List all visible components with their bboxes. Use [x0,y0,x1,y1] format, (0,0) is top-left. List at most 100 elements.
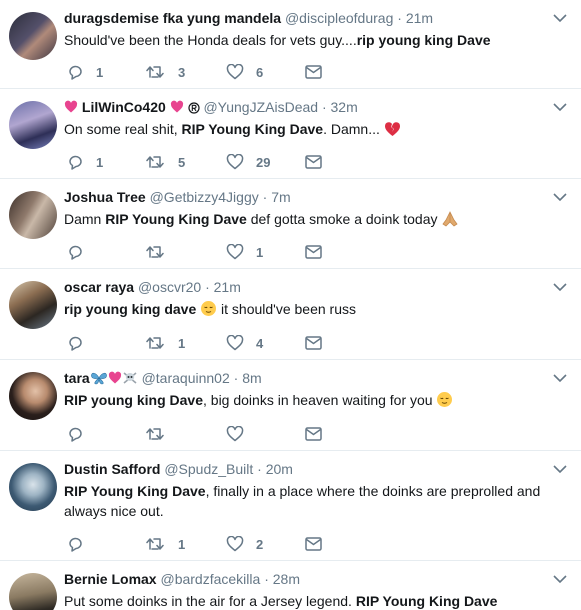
skull-crossbones-emoji-icon [123,372,137,384]
reply-button[interactable] [67,242,96,262]
tweet[interactable]: Joshua Tree @Getbizzy4Jiggy · 7m Damn RI… [0,179,581,269]
display-name[interactable]: Dustin Safford [64,461,160,477]
tweet[interactable]: LilWinCo420 @YungJZAisDead · 32m On some… [0,89,581,179]
tweet-text-bold: RIP young king Dave [64,392,203,408]
retweet-icon [146,156,164,168]
tweet[interactable]: Bernie Lomax @bardzfacekilla · 28m Put s… [0,561,581,610]
direct-message-button[interactable] [305,534,322,554]
folded-hands-emoji-icon [442,211,458,227]
direct-message-button[interactable] [305,242,322,262]
like-button[interactable]: 6 [226,62,263,82]
tweet-text-bold: rip young king dave [64,301,197,317]
display-name[interactable]: tara [64,370,90,386]
timestamp[interactable]: 21m [214,279,241,295]
timestamp[interactable]: 7m [271,189,290,205]
avatar[interactable] [9,12,57,60]
tweet-text: On some real shit, RIP Young King Dave. … [64,119,553,139]
avatar[interactable] [9,463,57,511]
tweet[interactable]: Dustin Safford @Spudz_Built · 20m RIP Yo… [0,451,581,561]
direct-message-button[interactable] [305,62,322,82]
chevron-down-icon[interactable] [553,192,567,202]
reply-button[interactable] [67,534,96,554]
pink-heart-emoji-icon [170,100,183,113]
avatar[interactable] [9,573,57,610]
like-button[interactable]: 1 [226,242,263,262]
tweet-text-plain: it should've been russ [217,301,357,317]
like-button[interactable]: 29 [226,152,270,172]
envelope-icon [305,427,322,441]
timestamp[interactable]: 8m [242,370,261,386]
heart-icon [226,426,244,442]
timestamp[interactable]: 20m [266,461,293,477]
direct-message-button[interactable] [305,152,322,172]
separator: · [262,189,268,205]
reply-button[interactable]: 1 [67,62,103,82]
display-name[interactable]: Bernie Lomax [64,571,157,587]
avatar[interactable] [9,191,57,239]
retweet-button[interactable] [146,424,178,444]
chevron-down-icon[interactable] [553,102,567,112]
retweet-button[interactable]: 1 [146,534,185,554]
like-count: 1 [256,244,264,260]
timestamp[interactable]: 32m [331,99,358,115]
like-button[interactable]: 4 [226,333,263,353]
retweet-button[interactable]: 3 [146,62,185,82]
tweet-text: Should've been the Honda deals for vets … [64,30,553,50]
chevron-down-icon[interactable] [553,282,567,292]
chevron-down-icon[interactable] [553,373,567,383]
reply-icon [69,65,82,80]
username[interactable]: @Spudz_Built [164,461,253,477]
pink-heart-emoji-icon [64,100,78,113]
retweet-count: 1 [178,536,186,552]
username[interactable]: @oscvr20 [138,279,201,295]
reply-icon [69,245,82,260]
display-name[interactable]: Joshua Tree [64,189,146,205]
timestamp[interactable]: 21m [406,10,433,26]
reply-button[interactable]: 1 [67,152,103,172]
tweet-text-bold: RIP Young King Dave [64,483,206,499]
reply-count: 1 [96,154,104,170]
chevron-down-icon[interactable] [553,464,567,474]
retweet-icon [146,337,164,349]
avatar[interactable] [9,372,57,420]
username[interactable]: @discipleofdurag [285,10,393,26]
direct-message-button[interactable] [305,424,322,444]
tweet-text: RIP young king Dave, big doinks in heave… [64,390,553,410]
tweet-text: Damn RIP Young King Dave def gotta smoke… [64,209,553,229]
reply-icon [69,336,82,351]
avatar[interactable] [9,101,57,149]
reply-icon [69,155,82,170]
tweet-text-plain: , big doinks in heaven waiting for you [203,392,433,408]
reply-button[interactable] [67,424,96,444]
display-name[interactable]: oscar raya [64,279,134,295]
username[interactable]: @YungJZAisDead [203,99,318,115]
separator: · [257,461,262,477]
avatar[interactable] [9,281,57,329]
direct-message-button[interactable] [305,333,322,353]
timestamp[interactable]: 28m [273,571,300,587]
chevron-down-icon[interactable] [553,574,567,584]
retweet-icon [146,538,164,550]
envelope-icon [305,155,322,169]
reply-icon [69,537,82,552]
retweet-button[interactable] [146,242,178,262]
retweet-button[interactable]: 5 [146,152,185,172]
tweet-text-plain: On some real shit, [64,121,182,137]
like-button[interactable]: 2 [226,534,263,554]
display-name[interactable]: LilWinCo420 [82,99,166,115]
chevron-down-icon[interactable] [553,13,567,23]
username[interactable]: @taraquinn02 [142,370,230,386]
envelope-icon [305,537,322,551]
display-name[interactable]: duragsdemise fka yung mandela [64,10,281,26]
reply-button[interactable] [67,333,96,353]
tweet[interactable]: duragsdemise fka yung mandela @discipleo… [0,0,581,89]
retweet-button[interactable]: 1 [146,333,185,353]
tweet-text-bold: RIP Young King Dave [105,211,247,227]
like-button[interactable] [226,424,256,444]
tweet[interactable]: oscar raya @oscvr20 · 21m rip young king… [0,269,581,360]
username[interactable]: @Getbizzy4Jiggy [150,189,259,205]
tweet[interactable]: tara @taraquinn02 · 8m RIP young king Da… [0,360,581,451]
username[interactable]: @bardzfacekilla [160,571,260,587]
broken-heart-emoji-icon [384,122,400,136]
envelope-icon [305,65,322,79]
